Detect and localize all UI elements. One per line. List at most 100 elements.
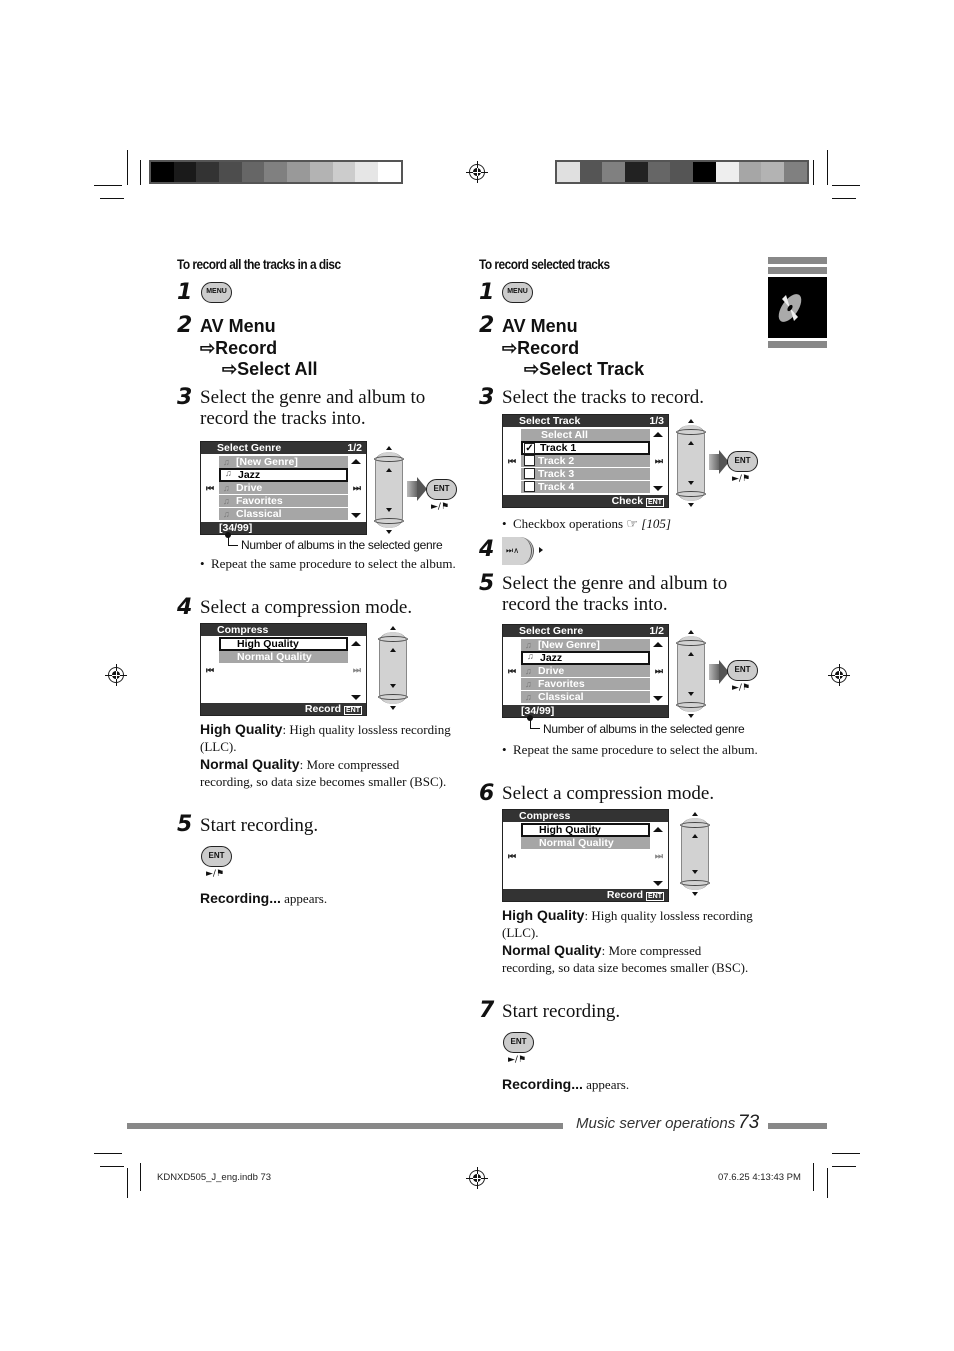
music-note-icon: ♫	[223, 509, 230, 519]
genre-row[interactable]: ♫ Classical	[219, 508, 348, 520]
screen-title-bar: Compress	[503, 810, 668, 822]
color-swatch	[219, 162, 242, 182]
step-number: 2	[177, 313, 193, 338]
crop-mark	[127, 150, 128, 185]
music-note-icon: ♫	[525, 666, 532, 676]
track-row[interactable]: Track 3	[521, 468, 650, 480]
menu-path-record: ⇨Record	[200, 338, 278, 358]
ent-button[interactable]: ENT	[201, 846, 232, 867]
genre-row[interactable]: ♫ [New Genre]	[521, 639, 650, 651]
genre-row[interactable]: ♫ Favorites	[521, 678, 650, 690]
control-knob[interactable]	[374, 446, 404, 534]
section-heading: To record all the tracks in a disc	[177, 256, 341, 272]
step-number: 4	[177, 595, 193, 620]
menu-path-select-track: ⇨Select Track	[524, 359, 645, 379]
page-reference[interactable]: [105]	[641, 516, 671, 531]
genre-row[interactable]: ♫ Drive	[521, 665, 650, 677]
checkbox[interactable]	[524, 468, 535, 479]
checkbox[interactable]	[524, 455, 535, 466]
play-pause-icon: ►/⚑	[732, 683, 751, 693]
registration-mark-icon	[466, 161, 488, 183]
callout-line	[530, 718, 540, 729]
ent-button[interactable]: ENT	[426, 479, 457, 500]
arrow-icon	[407, 481, 417, 497]
scroll-down-icon	[351, 695, 361, 700]
color-swatch	[287, 162, 310, 182]
checkbox-checked[interactable]: ✓	[524, 443, 535, 454]
quality-row[interactable]: Normal Quality	[219, 651, 348, 663]
color-swatch	[332, 162, 356, 182]
music-note-icon: ♫	[223, 483, 230, 493]
crop-mark	[127, 1168, 128, 1198]
track-row[interactable]: Track 2	[521, 455, 650, 467]
color-swatch	[579, 162, 603, 182]
select-genre-screen: Select Genre 1/2 ♫ [New Genre] ♫ Jazz ♫ Driv…	[200, 441, 367, 535]
bullet-note: Repeat the same procedure to select the …	[502, 741, 758, 758]
quality-row-selected[interactable]: High Quality	[521, 823, 650, 837]
genre-row-selected[interactable]: ♫ Jazz	[521, 651, 650, 665]
registration-mark-icon	[105, 664, 127, 686]
recording-note: Recording... appears.	[502, 1076, 630, 1092]
control-knob[interactable]	[378, 626, 408, 710]
ent-icon: ENT	[344, 706, 362, 715]
color-swatch	[693, 162, 716, 182]
quality-row[interactable]: Normal Quality	[521, 837, 650, 849]
control-knob[interactable]	[680, 812, 710, 896]
step-number: 3	[479, 385, 495, 410]
genre-row[interactable]: ♫ Drive	[219, 482, 348, 494]
section-tab-stripe	[768, 267, 827, 274]
control-knob[interactable]	[676, 630, 706, 718]
genre-row[interactable]: ♫ [New Genre]	[219, 456, 348, 468]
control-knob[interactable]	[676, 419, 706, 507]
select-genre-screen: Select Genre 1/2 ♫ [New Genre] ♫ Jazz ♫ Driv…	[502, 624, 669, 718]
step-number: 4	[479, 537, 495, 562]
arrow-icon	[709, 664, 719, 680]
step-text: Select a compression mode.	[200, 597, 413, 618]
genre-row[interactable]: ♫ Favorites	[219, 495, 348, 507]
term: High Quality	[502, 907, 585, 923]
prev-track-icon: ⏮	[206, 665, 215, 675]
reference-icon: ☞	[626, 516, 639, 531]
ent-button[interactable]: ENT	[503, 1032, 534, 1053]
music-note-icon: ♫	[527, 651, 534, 661]
track-row-select-all[interactable]: Select All	[521, 429, 650, 441]
bullet-note: Repeat the same procedure to select the …	[200, 555, 456, 572]
step-number: 5	[479, 571, 495, 596]
section-name: Music server operations	[576, 1115, 736, 1132]
next-up-button[interactable]: ⏭∧	[502, 537, 534, 565]
step-number: 3	[177, 385, 193, 410]
ent-button[interactable]: ENT	[727, 451, 758, 472]
ent-button[interactable]: ENT	[727, 660, 758, 681]
genre-row[interactable]: ♫ Classical	[521, 691, 650, 703]
checkbox[interactable]	[524, 481, 535, 492]
menu-button[interactable]: MENU	[502, 282, 533, 303]
description-normal-quality: Normal Quality: More compressed recordin…	[200, 756, 447, 789]
track-row-selected[interactable]: ✓ Track 1	[521, 441, 650, 455]
next-track-icon: ⏭	[352, 483, 361, 493]
crop-mark	[140, 1163, 141, 1191]
genre-row-selected[interactable]: ♫ Jazz	[219, 468, 348, 482]
music-note-icon: ♫	[525, 692, 532, 702]
callout-line	[228, 535, 238, 546]
color-swatch	[173, 162, 197, 182]
play-pause-icon: ►/⚑	[508, 1055, 527, 1065]
color-swatch	[761, 162, 784, 182]
screen-title: Compress	[217, 624, 269, 636]
callout-text: Number of albums in the selected genre	[543, 722, 745, 736]
quality-row-selected[interactable]: High Quality	[219, 637, 348, 651]
scroll-down-icon	[351, 513, 361, 518]
track-row[interactable]: Track 4	[521, 481, 650, 493]
color-swatch	[264, 162, 288, 182]
crop-mark	[813, 160, 814, 185]
crop-mark	[813, 1163, 814, 1191]
crop-mark	[94, 1153, 122, 1154]
compress-screen: Compress High Quality Normal Quality ⏮ ⏭…	[502, 809, 669, 902]
menu-button[interactable]: MENU	[201, 282, 232, 303]
color-swatch	[625, 162, 648, 182]
description-normal-quality: Normal Quality: More compressed recordin…	[502, 942, 749, 975]
term: Normal Quality	[200, 756, 300, 772]
scroll-up-icon	[653, 642, 663, 647]
color-swatch	[196, 162, 220, 182]
color-swatch	[151, 162, 174, 182]
description-high-quality: High Quality: High quality lossless reco…	[502, 907, 753, 940]
